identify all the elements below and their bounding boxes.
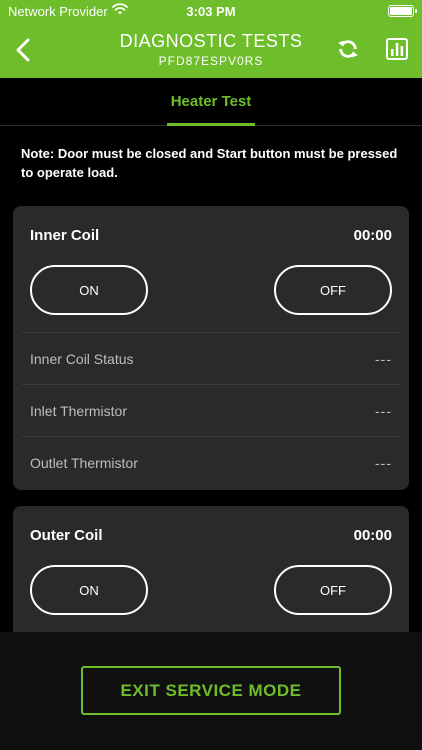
card-title: Inner Coil <box>30 227 100 244</box>
on-button[interactable]: ON <box>30 265 148 315</box>
refresh-icon[interactable] <box>337 38 359 60</box>
status-bar: Network Provider 3:03 PM <box>0 0 422 22</box>
row-label: Inlet Thermistor <box>30 403 127 419</box>
list-item: Outlet Thermistor --- <box>22 436 400 488</box>
off-button[interactable]: OFF <box>274 265 392 315</box>
row-label: Outlet Thermistor <box>30 455 138 471</box>
off-button[interactable]: OFF <box>274 565 392 615</box>
tab-heater-test[interactable]: Heater Test <box>0 93 422 110</box>
exit-service-mode-button[interactable]: EXIT SERVICE MODE <box>81 666 341 715</box>
card-timer: 00:00 <box>353 227 392 244</box>
row-value: --- <box>375 403 392 419</box>
app-header: Network Provider 3:03 PM DIAGNOSTIC TEST… <box>0 0 422 78</box>
instruction-note: Note: Door must be closed and Start butt… <box>21 146 398 180</box>
inner-coil-card: Inner Coil 00:00 ON OFF Inner Coil Statu… <box>13 206 409 490</box>
tab-indicator <box>167 123 255 126</box>
tab-bar: Heater Test <box>0 78 422 126</box>
clock: 3:03 PM <box>186 4 236 19</box>
on-button[interactable]: ON <box>30 565 148 615</box>
card-title: Outer Coil <box>30 527 103 544</box>
battery-icon <box>388 5 417 17</box>
row-value: --- <box>375 351 392 367</box>
bar-chart-icon[interactable] <box>386 38 408 60</box>
row-value: --- <box>375 455 392 471</box>
card-timer: 00:00 <box>353 527 392 544</box>
row-label: Inner Coil Status <box>30 351 134 367</box>
list-item: Inner Coil Status --- <box>22 332 400 384</box>
list-item: Inlet Thermistor --- <box>22 384 400 436</box>
